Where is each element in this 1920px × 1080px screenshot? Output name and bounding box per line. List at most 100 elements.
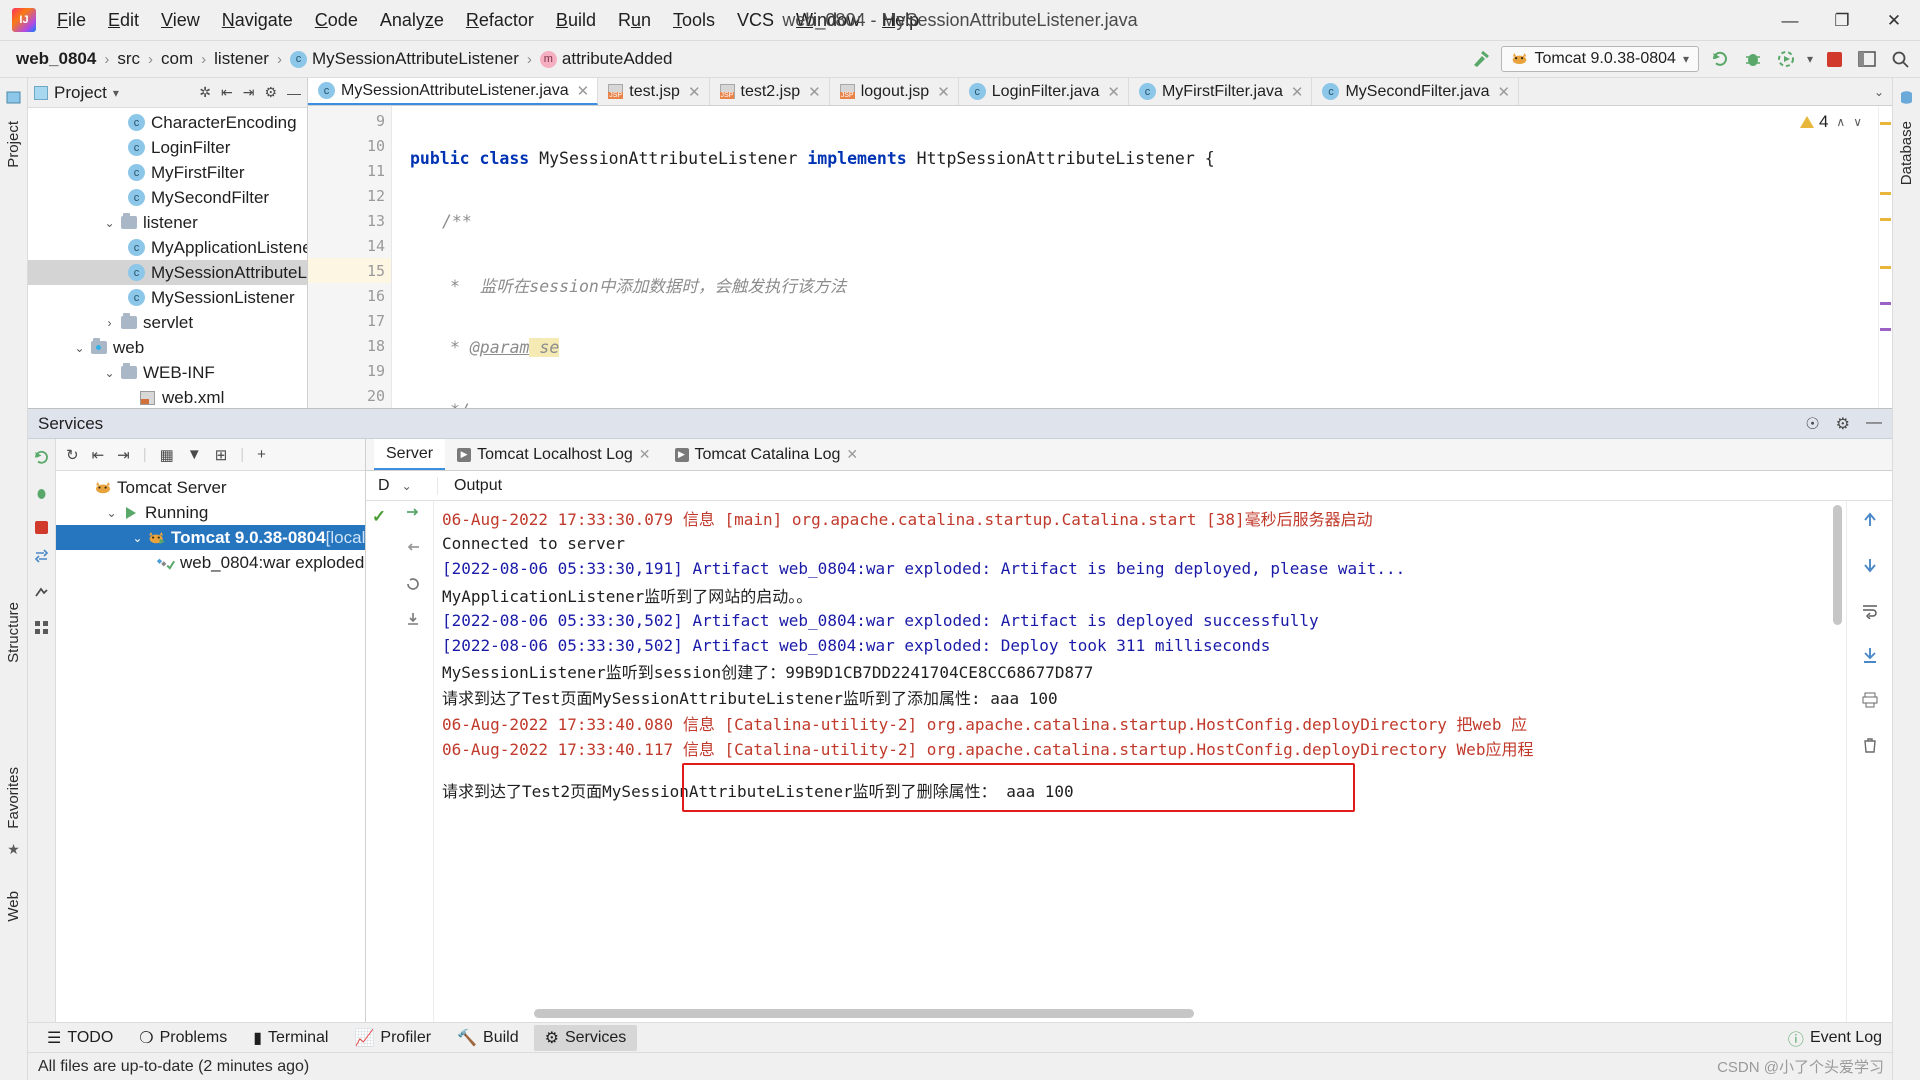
search-icon[interactable] [1888, 47, 1912, 71]
inspection-widget[interactable]: 4 ∧ ∨ [1800, 112, 1862, 132]
tab-mysessionattributelistener[interactable]: c MySessionAttributeListener.java ✕ [308, 78, 598, 105]
hide-icon[interactable]: — [287, 85, 301, 101]
print-icon[interactable] [1861, 691, 1879, 714]
console-tab-catalina-log[interactable]: ▶ Tomcat Catalina Log ✕ [663, 439, 871, 470]
vertical-scrollbar[interactable] [1833, 505, 1842, 625]
menu-run[interactable]: Run [607, 6, 662, 35]
project-panel-title[interactable]: Project ▾ [34, 83, 119, 103]
chevron-down-icon[interactable]: ⌄ [1874, 85, 1884, 99]
tree-item-web[interactable]: ⌄ web [28, 335, 307, 360]
close-icon[interactable]: ✕ [639, 446, 651, 463]
error-stripe[interactable] [1878, 106, 1892, 408]
sidebar-item-favorites[interactable]: Favorites [5, 760, 22, 836]
tree-item-myfirstfilter[interactable]: c MyFirstFilter [28, 160, 307, 185]
plus-icon[interactable]: + [257, 446, 266, 463]
expand-all-icon[interactable]: ⇥ [243, 84, 255, 101]
breadcrumb[interactable]: web_0804 › src › com › listener › c MySe… [12, 47, 676, 71]
close-icon[interactable]: ✕ [577, 82, 590, 100]
tree-item-mysessionattributelistener[interactable]: c MySessionAttributeListener [28, 260, 307, 285]
breadcrumb-method[interactable]: m attributeAdded [536, 47, 677, 71]
tree-item-webxml[interactable]: web.xml [28, 385, 307, 408]
breadcrumb-class[interactable]: c MySessionAttributeListener [286, 47, 523, 71]
run-with-coverage-icon[interactable] [1774, 47, 1798, 71]
close-icon[interactable]: ✕ [1498, 83, 1511, 101]
gear-icon[interactable]: ⚙ [264, 84, 277, 101]
rerun-icon[interactable]: ↻ [66, 446, 79, 464]
breadcrumb-src[interactable]: src [113, 47, 144, 71]
chevron-down-icon[interactable]: ⌄ [128, 531, 147, 545]
console-tab-localhost-log[interactable]: ▶ Tomcat Localhost Log ✕ [445, 439, 662, 470]
maximize-button[interactable]: ❐ [1816, 0, 1868, 41]
scroll-up-icon[interactable] [1861, 511, 1879, 534]
tab-logout-jsp[interactable]: logout.jsp ✕ [830, 78, 959, 105]
close-button[interactable]: ✕ [1868, 0, 1920, 41]
group-icon[interactable]: ▦ [160, 446, 174, 464]
stop-icon[interactable] [35, 521, 48, 534]
stop-icon[interactable] [1822, 47, 1846, 71]
chevron-down-icon[interactable]: ⌄ [100, 216, 119, 230]
menu-build[interactable]: Build [545, 6, 607, 35]
menu-help[interactable]: Help [871, 6, 930, 35]
export-icon[interactable] [405, 611, 421, 632]
tree-item-tomcat-server[interactable]: Tomcat Server [56, 475, 365, 500]
tree-item-mysecondfilter[interactable]: c MySecondFilter [28, 185, 307, 210]
tab-test2-jsp[interactable]: test2.jsp ✕ [710, 78, 830, 105]
filter-icon[interactable]: ▼ [187, 446, 202, 463]
tree-item-listener[interactable]: ⌄ listener [28, 210, 307, 235]
collapse-all-icon[interactable]: ⇤ [221, 84, 233, 101]
help-icon[interactable]: ☉ [1805, 414, 1819, 434]
sidebar-item-web[interactable]: Web [5, 884, 22, 929]
minimize-button[interactable]: — [1764, 0, 1816, 41]
project-tree[interactable]: c CharacterEncoding c LoginFilter c MyFi… [28, 108, 307, 408]
menu-refactor[interactable]: Refactor [455, 6, 545, 35]
rerun-icon[interactable] [1708, 47, 1732, 71]
close-icon[interactable]: ✕ [937, 83, 950, 101]
menu-bar[interactable]: File Edit View Navigate Code Analyze Ref… [46, 6, 930, 35]
menu-window[interactable]: Window [785, 6, 871, 35]
sidebar-item-structure[interactable]: Structure [5, 595, 22, 670]
tab-mysecondfilter[interactable]: c MySecondFilter.java ✕ [1312, 78, 1519, 105]
event-log-button[interactable]: ⓘ Event Log [1788, 1026, 1882, 1050]
chevron-down-icon[interactable]: ⌄ [70, 341, 89, 355]
toolwindow-build[interactable]: 🔨 Build [446, 1025, 530, 1051]
editor-tab-bar[interactable]: c MySessionAttributeListener.java ✕ test… [308, 78, 1892, 106]
target-icon[interactable]: ✲ [199, 84, 211, 101]
toolwindow-problems[interactable]: ❍ Problems [128, 1025, 238, 1051]
expand-all-icon[interactable]: ⇤ [92, 446, 105, 464]
toolwindow-profiler[interactable]: 📈 Profiler [343, 1025, 442, 1051]
output-body[interactable]: ✓ [366, 501, 1892, 1022]
tree-item-mysessionlistener[interactable]: c MySessionListener [28, 285, 307, 310]
menu-tools[interactable]: Tools [662, 6, 726, 35]
chevron-down-icon[interactable]: ⌄ [102, 506, 121, 520]
tree-item-webinf[interactable]: ⌄ WEB-INF [28, 360, 307, 385]
editor-gutter[interactable]: 9 10 11 12 13 14 15 16 17 18 19 20 [308, 106, 392, 408]
back-icon[interactable] [405, 541, 421, 562]
tab-test-jsp[interactable]: test.jsp ✕ [598, 78, 709, 105]
chevron-down-icon[interactable]: ⌄ [100, 366, 119, 380]
chevron-down-icon[interactable]: ⌄ [402, 479, 412, 493]
code-editor[interactable]: 9 10 11 12 13 14 15 16 17 18 19 20 [308, 106, 1892, 408]
build-hammer-icon[interactable] [1468, 47, 1492, 71]
code-text[interactable]: public class MySessionAttributeListener … [392, 106, 1878, 408]
database-rail-icon[interactable] [1899, 90, 1914, 108]
breadcrumb-listener[interactable]: listener [210, 47, 273, 71]
sidebar-item-database[interactable]: Database [1898, 114, 1915, 192]
soft-wrap-icon[interactable] [1861, 601, 1879, 624]
project-rail-icon[interactable] [6, 90, 21, 108]
close-icon[interactable]: ✕ [688, 83, 701, 101]
redeploy-icon[interactable] [33, 548, 50, 570]
scroll-down-icon[interactable] [1861, 556, 1879, 579]
layout-icon[interactable] [1855, 47, 1879, 71]
menu-file[interactable]: File [46, 6, 97, 35]
tree-item-tomcat-instance[interactable]: ⌄ Tomcat 9.0.38-0804 [local] [56, 525, 365, 550]
horizontal-scrollbar[interactable] [534, 1009, 1194, 1018]
rerun-icon[interactable] [33, 449, 50, 471]
chevron-down-icon[interactable]: ▾ [1683, 52, 1689, 66]
restart-icon[interactable] [405, 576, 421, 597]
toolbar-chevron-down-icon[interactable]: ▾ [1807, 52, 1813, 66]
scroll-to-end-icon[interactable] [1861, 646, 1879, 669]
menu-vcs[interactable]: VCS [726, 6, 785, 35]
hide-icon[interactable]: — [1866, 414, 1882, 434]
trash-icon[interactable] [1861, 736, 1879, 759]
menu-analyze[interactable]: Analyze [369, 6, 455, 35]
